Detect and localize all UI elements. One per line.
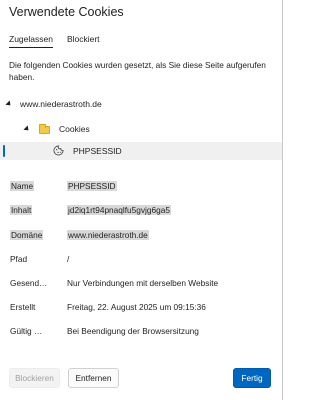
detail-value: / <box>67 254 70 264</box>
detail-value: jd2iq1rt94pnaqlfu5gvjg6ga5 <box>67 205 171 215</box>
detail-key: Name <box>10 181 35 191</box>
tab-blocked[interactable]: Blockiert <box>67 34 100 48</box>
detail-row-name: Name PHPSESSID <box>0 179 283 193</box>
tab-bar: Zugelassen Blockiert <box>9 34 114 48</box>
detail-value: Nur Verbindungen mit derselben Website <box>67 278 219 288</box>
detail-row-sent: Gesend… Nur Verbindungen mit derselben W… <box>0 276 283 290</box>
detail-value: PHPSESSID <box>67 181 117 191</box>
detail-key: Domäne <box>10 230 44 240</box>
detail-value: Bei Beendigung der Browsersitzung <box>67 326 199 336</box>
tree-item-site[interactable]: www.niederastroth.de <box>0 95 282 113</box>
detail-row-content: Inhalt jd2iq1rt94pnaqlfu5gvjg6ga5 <box>0 203 283 217</box>
detail-row-created: Erstellt Freitag, 22. August 2025 um 09:… <box>0 300 283 314</box>
tab-allowed[interactable]: Zugelassen <box>9 34 53 48</box>
folder-icon <box>39 124 50 134</box>
detail-value: Freitag, 22. August 2025 um 09:15:36 <box>67 302 206 312</box>
detail-key: Inhalt <box>10 205 33 215</box>
cookies-dialog: Verwendete Cookies Zugelassen Blockiert … <box>0 0 283 400</box>
caret-expanded-icon[interactable] <box>23 125 31 133</box>
detail-key: Gültig … <box>10 326 43 336</box>
cookie-icon <box>53 145 64 156</box>
tree-cookie-label: PHPSESSID <box>73 146 122 156</box>
dialog-title: Verwendete Cookies <box>9 5 124 19</box>
tree-folder-label: Cookies <box>59 124 90 134</box>
tree-item-cookie[interactable]: PHPSESSID <box>0 142 282 160</box>
detail-key: Pfad <box>10 254 28 264</box>
detail-row-domain: Domäne www.niederastroth.de <box>0 228 283 242</box>
caret-expanded-icon[interactable] <box>5 100 13 108</box>
detail-row-expires: Gültig … Bei Beendigung der Browsersitzu… <box>0 324 283 338</box>
remove-button[interactable]: Entfernen <box>68 368 119 388</box>
selection-indicator <box>3 145 5 157</box>
tree-site-label: www.niederastroth.de <box>20 99 102 109</box>
done-button[interactable]: Fertig <box>233 368 271 388</box>
detail-row-path: Pfad / <box>0 252 283 266</box>
detail-value: www.niederastroth.de <box>67 230 149 240</box>
tree-item-cookies-folder[interactable]: Cookies <box>0 120 282 138</box>
detail-key: Gesend… <box>10 278 48 288</box>
detail-key: Erstellt <box>10 302 36 312</box>
block-button[interactable]: Blockieren <box>9 368 60 388</box>
dialog-description: Die folgenden Cookies wurden gesetzt, al… <box>9 60 266 82</box>
